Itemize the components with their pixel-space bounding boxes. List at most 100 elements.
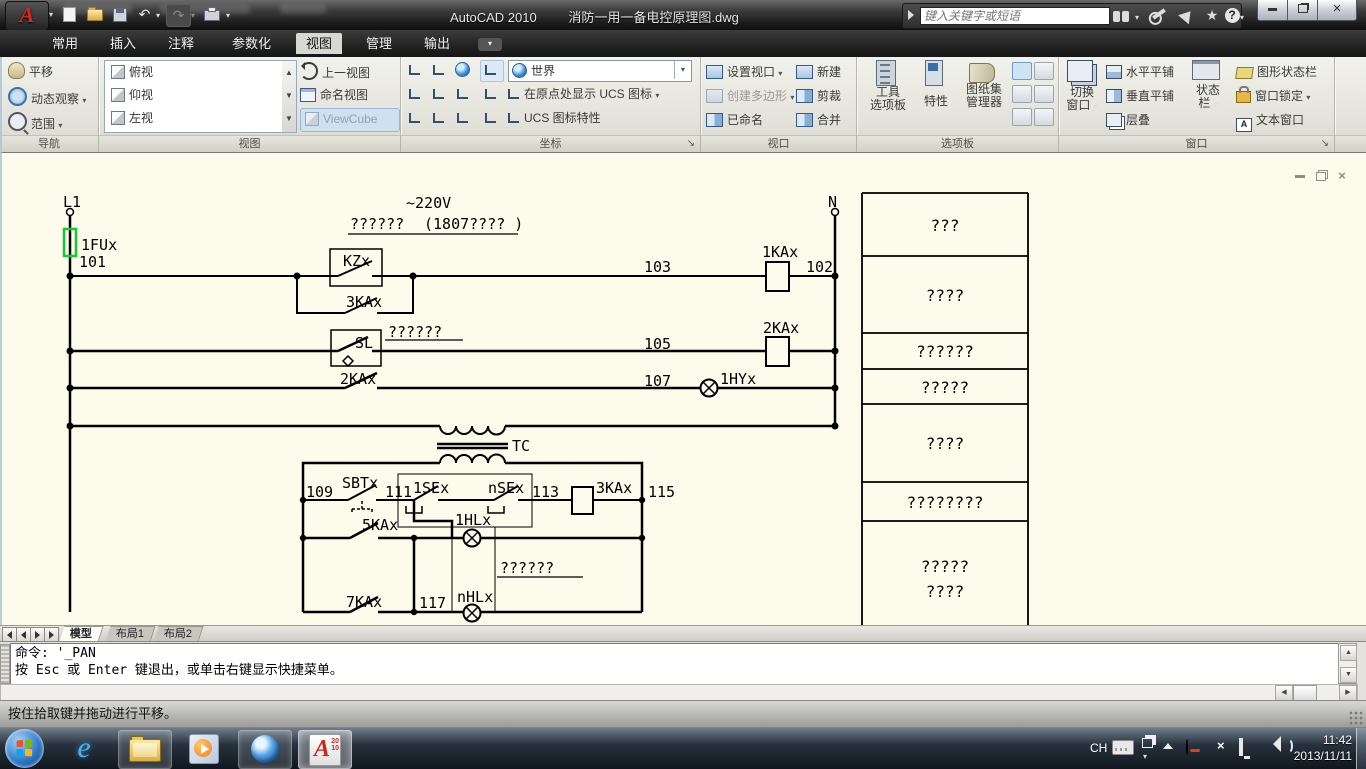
resize-grip[interactable] (1349, 711, 1363, 725)
viewport-new-button[interactable]: 新建 (796, 62, 841, 82)
scroll-down-icon[interactable]: ▼ (282, 84, 296, 107)
combo-dropdown-icon[interactable]: ▾ (674, 61, 691, 79)
properties-palette-button[interactable]: 特性 (916, 60, 956, 108)
drawing-close-button[interactable]: × (1334, 170, 1350, 183)
named-views-button[interactable]: 命名视图 (300, 85, 368, 105)
minimize-button[interactable] (1257, 0, 1288, 21)
ucs-view-button[interactable] (452, 108, 476, 130)
ucs-icon-origin-button[interactable]: 在原点处显示 UCS 图标 ▾ (506, 84, 659, 104)
ucs-world-button[interactable] (452, 60, 476, 82)
taskbar-clock[interactable]: 11:42 2013/11/11 (1294, 732, 1352, 764)
communication-center-button[interactable] (1175, 6, 1199, 25)
tile-horizontal-button[interactable]: 水平平铺 (1106, 62, 1174, 82)
keyboard-layout-icon[interactable] (1112, 740, 1134, 755)
tool-palettes-button[interactable]: 工具选项板 (864, 60, 912, 112)
drawing-canvas[interactable]: L1 N ~220V ?????? (1807???? ) 1FUx 101 K… (0, 152, 1366, 626)
tray-overflow-icon[interactable] (1163, 743, 1173, 749)
language-bar-restore-icon[interactable] (1142, 738, 1153, 748)
sheet-set-manager-button[interactable]: 图纸集管理器 (958, 60, 1010, 109)
viewport-set-button[interactable]: 设置视口 ▾ (706, 62, 782, 82)
language-indicator[interactable]: CH (1090, 741, 1107, 755)
tab-layout2[interactable]: 布局2 (153, 626, 203, 642)
window-lock-button[interactable]: 窗口锁定 ▾ (1236, 86, 1310, 106)
panel-launcher-icon[interactable]: ↘ (687, 136, 695, 152)
ucs-y-button[interactable] (428, 84, 452, 106)
language-options-dropdown-icon[interactable]: ▾ (1143, 752, 1147, 761)
scroll-down-icon[interactable]: ▼ (1340, 667, 1357, 683)
tab-home[interactable]: 常用 (42, 33, 88, 54)
taskbar-media-player-button[interactable] (178, 730, 230, 767)
tab-annotate[interactable]: 注释 (158, 33, 204, 54)
ribbon-minimize-dropdown[interactable]: ▾ (478, 38, 502, 51)
redo-dropdown-icon[interactable]: ▾ (191, 11, 195, 20)
ucs-previous-button[interactable] (480, 60, 504, 82)
search-input[interactable] (920, 7, 1110, 25)
tab-manage[interactable]: 管理 (356, 33, 402, 54)
application-menu-button[interactable]: A (5, 1, 49, 31)
external-references-button[interactable] (1034, 62, 1054, 80)
ucs-icon-properties-button[interactable]: UCS 图标特性 (506, 108, 601, 128)
tab-insert[interactable]: 插入 (100, 33, 146, 54)
tab-output[interactable]: 输出 (414, 33, 460, 54)
new-button[interactable] (58, 4, 81, 25)
view-list[interactable]: 俯视 仰视 左视 (104, 60, 284, 133)
help-dropdown-icon[interactable]: ▾ (1240, 13, 1244, 22)
taskbar-browser-button[interactable] (238, 730, 292, 769)
scroll-left-icon[interactable]: ◀ (1275, 685, 1293, 701)
close-button[interactable]: × (1317, 0, 1357, 21)
save-button[interactable] (108, 4, 131, 25)
taskbar-ie-button[interactable]: e (58, 730, 110, 767)
scroll-up-icon[interactable]: ▲ (1340, 645, 1357, 661)
network-tray-icon[interactable] (1239, 738, 1243, 756)
undo-dropdown-icon[interactable]: ▾ (156, 11, 160, 20)
qat-customize-dropdown-icon[interactable]: ▾ (226, 11, 230, 20)
tab-parametric[interactable]: 参数化 (222, 33, 281, 54)
ucs-z-button[interactable] (452, 84, 476, 106)
text-window-button[interactable]: A文本窗口 (1236, 110, 1304, 130)
command-window-grip[interactable] (0, 644, 10, 684)
viewport-join-button[interactable]: 合并 (796, 110, 841, 130)
ucs-named-button[interactable] (428, 60, 452, 82)
scrollbar-thumb[interactable] (1293, 685, 1317, 701)
search-button[interactable] (1109, 6, 1133, 25)
drawing-minimize-button[interactable] (1292, 170, 1308, 183)
ucs-x-button[interactable] (404, 84, 428, 106)
search-dropdown-icon[interactable]: ▾ (1135, 13, 1139, 22)
drawing-restore-button[interactable] (1313, 170, 1329, 183)
view-list-item-bottom[interactable]: 仰视 (105, 84, 283, 107)
quickcalc-button[interactable] (1034, 85, 1054, 103)
taskbar-explorer-button[interactable] (118, 730, 172, 769)
view-list-scrollbar[interactable]: ▲ ▼ ▼ (282, 60, 297, 133)
help-button[interactable]: ? (1223, 6, 1241, 25)
ucs-object-button[interactable] (404, 108, 428, 130)
markup-set-button[interactable] (1012, 85, 1032, 103)
ucs-button[interactable] (404, 60, 428, 82)
view-list-item-left[interactable]: 左视 (105, 107, 283, 130)
ucs-zaxis-button[interactable] (480, 84, 504, 106)
status-bar-toggle-button[interactable]: 状态栏 ▾ (1186, 60, 1230, 111)
zoom-extents-button[interactable]: 范围 ▾ (8, 112, 62, 132)
tab-model[interactable]: 模型 (59, 626, 103, 642)
favorites-button[interactable]: ★ (1201, 6, 1223, 25)
ucs-face-button[interactable] (428, 108, 452, 130)
view-list-item-top[interactable]: 俯视 (105, 61, 283, 84)
command-vertical-scrollbar[interactable]: ▲ ▼ (1338, 643, 1357, 684)
ucs-combo[interactable]: 世界 ▾ (508, 60, 692, 82)
show-desktop-button[interactable] (1356, 728, 1366, 769)
scroll-more-icon[interactable]: ▼ (282, 107, 296, 130)
redo-button[interactable]: ↷ (166, 4, 191, 27)
designcenter-button[interactable] (1012, 108, 1032, 126)
viewcube-button[interactable]: ViewCube (300, 108, 400, 132)
previous-view-button[interactable]: 上一视图 (300, 62, 370, 82)
drawing-status-bar-button[interactable]: 图形状态栏 (1236, 62, 1317, 82)
panel-launcher-icon[interactable]: ↘ (1321, 136, 1329, 152)
viewport-clip-button[interactable]: 剪裁 (796, 86, 841, 106)
viewport-polygonal-button[interactable]: 创建多边形 ▾ (706, 86, 794, 106)
tab-view[interactable]: 视图 (296, 33, 342, 54)
command-line-palette-button[interactable] (1012, 62, 1032, 80)
scroll-right-icon[interactable]: ▶ (1339, 685, 1357, 701)
print-button[interactable] (200, 4, 223, 25)
subscription-button[interactable] (1147, 6, 1171, 25)
undo-button[interactable]: ↶ (133, 4, 156, 25)
tile-vertical-button[interactable]: 垂直平铺 (1106, 86, 1174, 106)
